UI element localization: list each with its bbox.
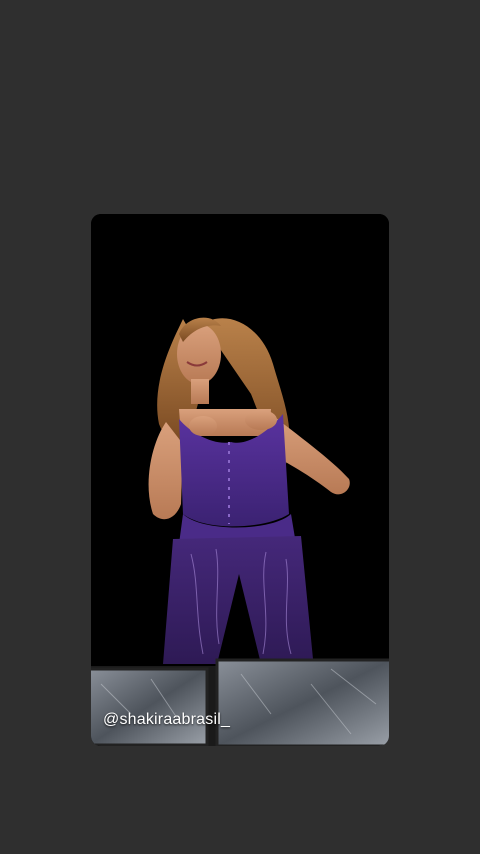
story-card[interactable]: @shakiraabrasil_: [91, 214, 389, 746]
mention-sticker[interactable]: @shakiraabrasil_: [103, 711, 230, 729]
performer-photo: [91, 214, 389, 746]
